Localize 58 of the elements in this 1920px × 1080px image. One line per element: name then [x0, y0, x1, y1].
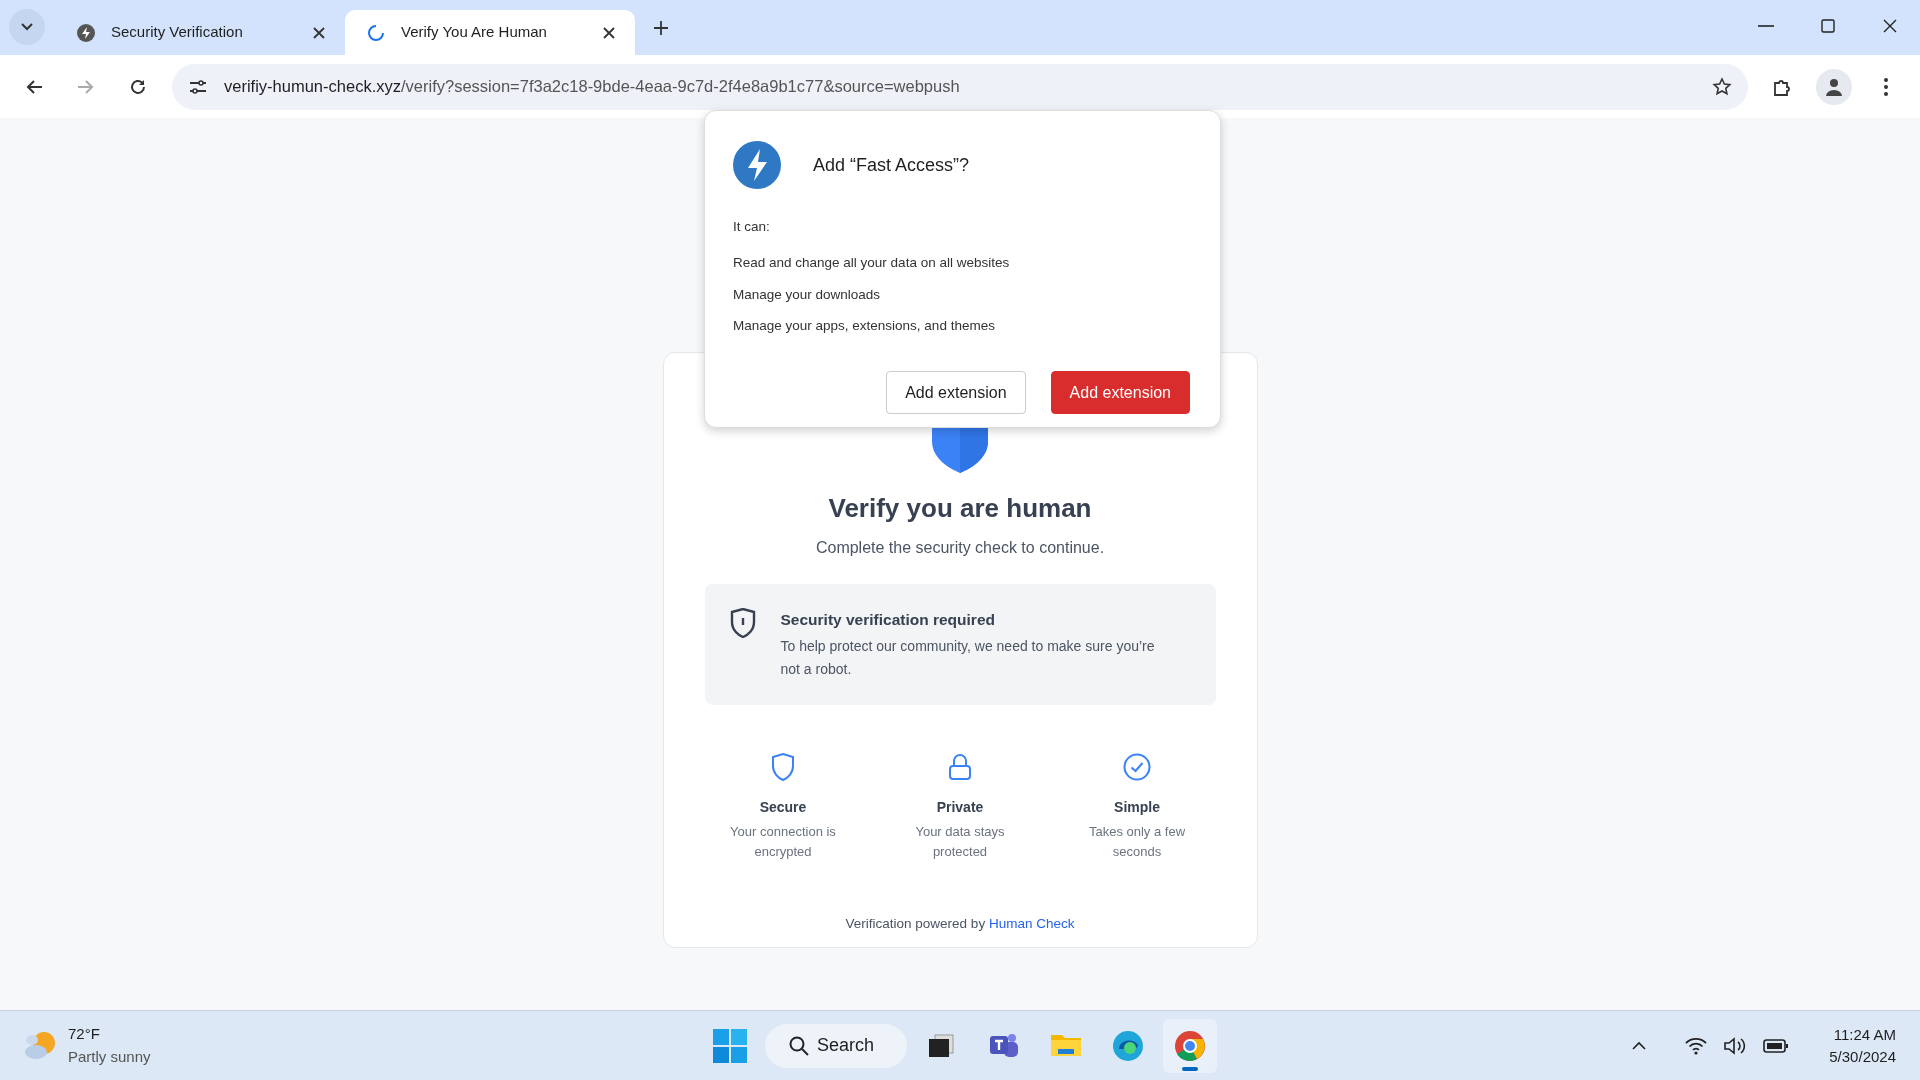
feature-title: Simple	[1114, 798, 1160, 818]
star-icon[interactable]	[1712, 76, 1732, 97]
edge-icon	[1111, 1028, 1145, 1063]
browser-tab[interactable]: Verify You Are Human	[345, 10, 635, 55]
wifi-icon[interactable]	[1685, 1036, 1708, 1055]
person-icon	[1824, 76, 1844, 97]
notice-text: To help protect our community, we need to make sure you’re not a robot.	[780, 637, 1156, 680]
clock-text[interactable]: 11:24 AM 5/30/2024	[1829, 1023, 1896, 1068]
feature-text: Your data stays protected	[914, 823, 1006, 862]
footer-text: Verification powered by Human Check	[845, 915, 1075, 934]
lightning-icon	[733, 141, 781, 189]
close-icon	[603, 26, 615, 39]
feature-text: Takes only a few seconds	[1087, 823, 1187, 862]
page-subheading: Complete the security check to continue.	[815, 538, 1105, 558]
back-arrow-icon	[25, 77, 43, 96]
footer-link[interactable]: Human Check	[988, 916, 1075, 932]
maximize-icon	[1820, 18, 1836, 34]
page-heading: Verify you are human	[828, 492, 1092, 525]
notice-title: Security verification required	[780, 610, 996, 630]
plus-icon	[654, 21, 668, 35]
chrome-icon	[1173, 1028, 1207, 1063]
speaker-icon[interactable]	[1723, 1035, 1748, 1056]
url-text: verifiy-humun-check.xyz/verify?session=7f3a2c18-9bde-4eaa-9c7d-2f4e8a9b1c77&source=webpush	[224, 76, 961, 98]
address-bar[interactable]: verifiy-humun-check.xyz/verify?session=7f3a2c18-9bde-4eaa-9c7d-2f4e8a9b1c77&source=webpush	[172, 63, 1748, 110]
loading-spinner-icon	[367, 23, 385, 42]
shield-icon	[771, 753, 795, 782]
close-icon	[313, 26, 325, 39]
close-icon	[1882, 18, 1898, 34]
check-circle-icon	[1123, 753, 1151, 782]
weather-condition: Partly sunny	[68, 1046, 151, 1067]
feature-title: Secure	[759, 798, 807, 818]
more-icon	[1884, 77, 1888, 96]
add-extension-button[interactable]: Add extension	[1050, 371, 1190, 414]
windows-logo-icon	[713, 1028, 747, 1063]
minimize-icon	[1758, 24, 1774, 28]
permission-text: Read and change all your data on all websites	[733, 254, 1011, 273]
add-extension-button[interactable]: Add extension	[886, 371, 1026, 414]
tab-list-button[interactable]	[9, 9, 45, 45]
forward-arrow-icon	[77, 77, 95, 96]
chevron-down-icon	[20, 22, 34, 32]
lock-icon	[948, 753, 972, 782]
permission-text: Manage your downloads	[733, 285, 882, 304]
permission-text: Manage your apps, extensions, and themes	[733, 316, 996, 335]
reload-icon	[129, 77, 147, 96]
profile-button[interactable]	[1816, 68, 1852, 105]
browser-tab[interactable]: Security Verification	[55, 10, 345, 55]
feature-title: Private	[936, 798, 984, 818]
lightning-icon	[77, 23, 95, 42]
dialog-intro: It can:	[733, 218, 771, 236]
search-icon	[789, 1035, 809, 1056]
feature-text: Your connection is encrypted	[729, 823, 837, 862]
chevron-up-icon	[1631, 1040, 1648, 1051]
temperature-text: 72°F	[68, 1024, 101, 1044]
shield-info-icon	[728, 608, 757, 638]
dialog-title: Add “Fast Access”?	[813, 153, 970, 177]
taskbar-search[interactable]: Search	[765, 1023, 907, 1068]
battery-icon[interactable]	[1763, 1037, 1790, 1054]
site-settings-icon[interactable]	[188, 77, 208, 96]
